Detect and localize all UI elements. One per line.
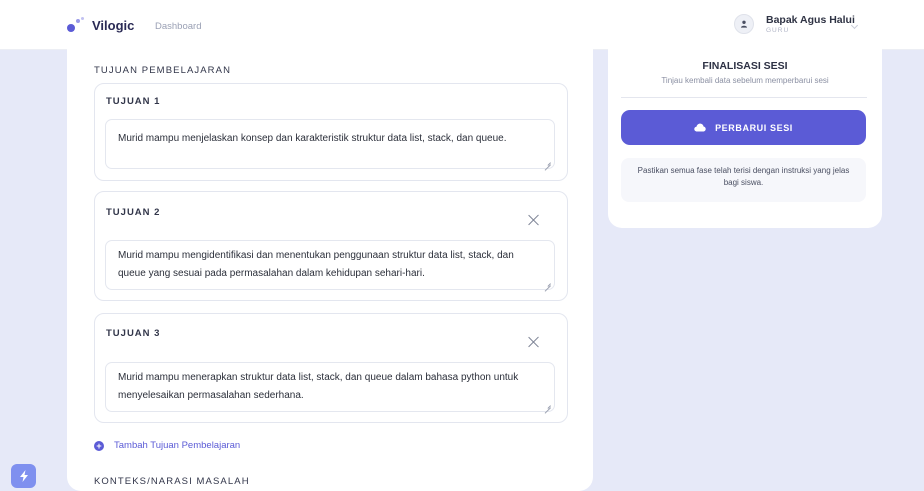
- resize-handle-icon[interactable]: [545, 402, 551, 408]
- top-bar: Vilogic Dashboard Bapak Agus Halui GURU: [0, 0, 924, 50]
- finalize-note: Pastikan semua fase telah terisi dengan …: [621, 158, 866, 202]
- user-role: GURU: [766, 27, 790, 34]
- update-session-label: PERBARUI SESI: [715, 122, 793, 133]
- add-tujuan-button[interactable]: + Tambah Tujuan Pembelajaran: [94, 440, 240, 451]
- plus-circle-icon: +: [94, 440, 104, 451]
- tujuan-textarea-3[interactable]: Murid mampu menerapkan struktur data lis…: [105, 362, 555, 412]
- close-icon[interactable]: [527, 335, 541, 349]
- finalize-subtitle: Tinjau kembali data sebelum memperbarui …: [661, 76, 829, 85]
- tujuan-textarea-1[interactable]: Murid mampu menjelaskan konsep dan karak…: [105, 119, 555, 169]
- user-icon: [741, 20, 747, 28]
- user-name: Bapak Agus Halui: [766, 14, 855, 26]
- update-session-button[interactable]: PERBARUI SESI: [621, 110, 866, 145]
- tujuan-label: TUJUAN 1: [106, 96, 161, 107]
- vilogic-logo-icon: [67, 16, 89, 34]
- resize-handle-icon[interactable]: [545, 159, 551, 165]
- tujuan-card-3: TUJUAN 3 Murid mampu menerapkan struktur…: [94, 313, 568, 423]
- nav-dashboard-link[interactable]: Dashboard: [155, 21, 201, 32]
- tujuan-card-1: TUJUAN 1 Murid mampu menjelaskan konsep …: [94, 83, 568, 181]
- section-title-konteks: KONTEKS/NARASI MASALAH: [94, 476, 250, 487]
- tujuan-label: TUJUAN 3: [106, 328, 161, 339]
- avatar: [734, 14, 754, 34]
- divider: [621, 97, 867, 98]
- section-title-tujuan: TUJUAN PEMBELAJARAN: [94, 65, 232, 76]
- user-menu[interactable]: Bapak Agus Halui GURU: [734, 14, 859, 34]
- tujuan-text: Murid mampu menerapkan struktur data lis…: [118, 372, 519, 401]
- floating-action-button[interactable]: [11, 464, 36, 488]
- tujuan-card-2: TUJUAN 2 Murid mampu mengidentifikasi da…: [94, 191, 568, 301]
- learning-objectives-card: TUJUAN PEMBELAJARAN TUJUAN 1 Murid mampu…: [67, 49, 593, 491]
- tujuan-textarea-2[interactable]: Murid mampu mengidentifikasi dan menentu…: [105, 240, 555, 290]
- tujuan-label: TUJUAN 2: [106, 207, 161, 218]
- tujuan-text: Murid mampu menjelaskan konsep dan karak…: [118, 133, 507, 144]
- brand-logo[interactable]: Vilogic: [67, 16, 134, 34]
- cloud-icon: [694, 123, 706, 132]
- close-icon[interactable]: [527, 213, 541, 227]
- finalize-session-card: FINALISASI SESI Tinjau kembali data sebe…: [608, 49, 882, 228]
- tujuan-text: Murid mampu mengidentifikasi dan menentu…: [118, 250, 514, 279]
- add-tujuan-label: Tambah Tujuan Pembelajaran: [114, 440, 241, 451]
- finalize-title: FINALISASI SESI: [702, 60, 788, 72]
- lightning-icon: [19, 470, 28, 482]
- brand-name: Vilogic: [92, 17, 135, 33]
- resize-handle-icon[interactable]: [545, 280, 551, 286]
